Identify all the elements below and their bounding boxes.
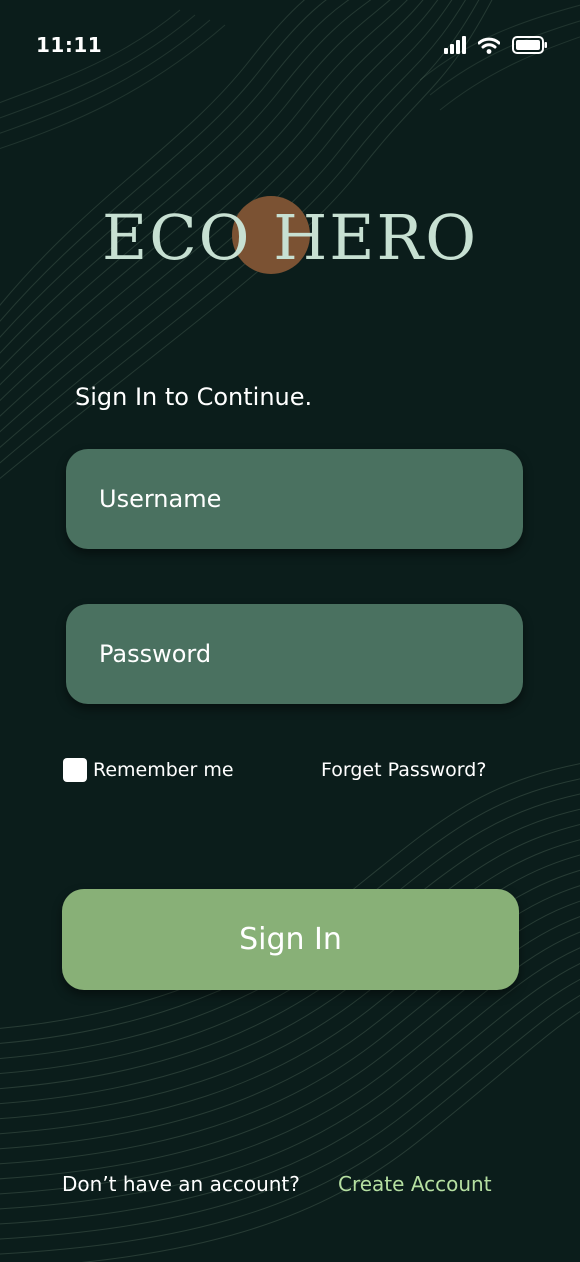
battery-icon bbox=[512, 36, 547, 54]
password-input[interactable] bbox=[97, 639, 491, 669]
remember-me[interactable]: Remember me bbox=[63, 758, 234, 782]
password-field[interactable] bbox=[66, 604, 523, 704]
forgot-password-link[interactable]: Forget Password? bbox=[321, 759, 486, 781]
app-logo: ECO HERO bbox=[0, 185, 580, 295]
signal-icon bbox=[444, 36, 466, 54]
status-bar-time: 11:11 bbox=[36, 33, 103, 57]
remember-me-label: Remember me bbox=[93, 759, 234, 781]
no-account-text: Don’t have an account? bbox=[62, 1172, 300, 1196]
remember-me-checkbox[interactable] bbox=[63, 758, 87, 782]
signin-heading: Sign In to Continue. bbox=[75, 383, 313, 411]
username-field[interactable] bbox=[66, 449, 523, 549]
status-bar-icons bbox=[444, 36, 548, 54]
wifi-icon bbox=[478, 37, 500, 54]
username-input[interactable] bbox=[97, 484, 491, 514]
logo-text: ECO HERO bbox=[101, 201, 479, 274]
signin-button[interactable]: Sign In bbox=[62, 889, 519, 990]
create-account-link[interactable]: Create Account bbox=[338, 1172, 492, 1196]
